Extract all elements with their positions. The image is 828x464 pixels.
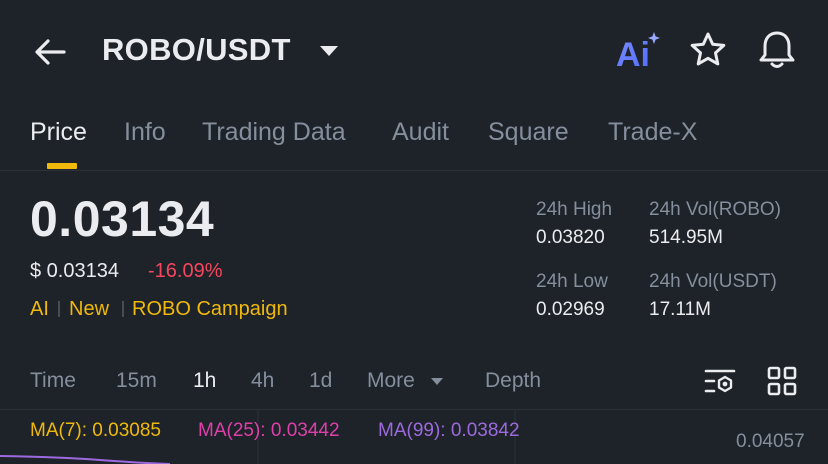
tag-robo-campaign[interactable]: ROBO Campaign [132,298,288,321]
tab-trading-data[interactable]: Trading Data [202,118,346,147]
depth-tab[interactable]: Depth [485,369,541,393]
interval-time[interactable]: Time [30,369,76,393]
back-arrow-icon[interactable] [30,36,70,68]
caret-down-icon[interactable] [318,44,340,58]
interval-15m[interactable]: 15m [116,369,157,393]
tabs-divider [0,170,828,171]
stat-24h-high-label: 24h High [536,199,613,220]
grid-layout-icon[interactable] [766,366,798,396]
last-price: 0.03134 [30,191,215,247]
stat-24h-vol-base-label: 24h Vol(ROBO) [649,199,781,220]
stat-24h-low-value: 0.02969 [536,299,605,320]
ma7-value: MA(7): 0.03085 [30,420,161,441]
tab-audit[interactable]: Audit [392,118,449,147]
ai-label: Ai [616,36,650,72]
ma25-value: MA(25): 0.03442 [198,420,340,441]
ai-icon[interactable]: Ai [614,30,662,72]
tab-info[interactable]: Info [124,118,166,147]
ma99-line [0,455,171,464]
stat-24h-vol-base-value: 514.95M [649,227,723,248]
price-change-percent: -16.09% [148,260,223,282]
stat-24h-low-label: 24h Low [536,271,608,292]
usd-price: $ 0.03134 [30,260,119,282]
price-axis-label: 0.04057 [736,431,805,452]
tag-new[interactable]: New [69,298,109,321]
tab-square[interactable]: Square [488,118,569,147]
tag-separator [58,301,60,317]
stat-24h-vol-quote-value: 17.11M [649,299,711,320]
stat-24h-vol-quote-label: 24h Vol(USDT) [649,271,777,292]
tag-separator [122,301,124,317]
ma99-value: MA(99): 0.03842 [378,420,520,441]
stat-24h-high-value: 0.03820 [536,227,605,248]
bell-icon[interactable] [757,29,797,71]
tab-price[interactable]: Price [30,118,87,147]
trading-pair-title[interactable]: ROBO/USDT [102,32,291,68]
active-tab-indicator [47,163,77,169]
caret-down-icon[interactable] [430,377,444,386]
star-icon[interactable] [689,31,727,69]
interval-1d[interactable]: 1d [309,369,332,393]
tab-trade-x[interactable]: Trade-X [608,118,697,147]
interval-more[interactable]: More [367,369,415,393]
interval-4h[interactable]: 4h [251,369,274,393]
chart-settings-icon[interactable] [703,366,737,396]
tag-ai[interactable]: AI [30,298,49,321]
interval-1h[interactable]: 1h [193,369,216,393]
